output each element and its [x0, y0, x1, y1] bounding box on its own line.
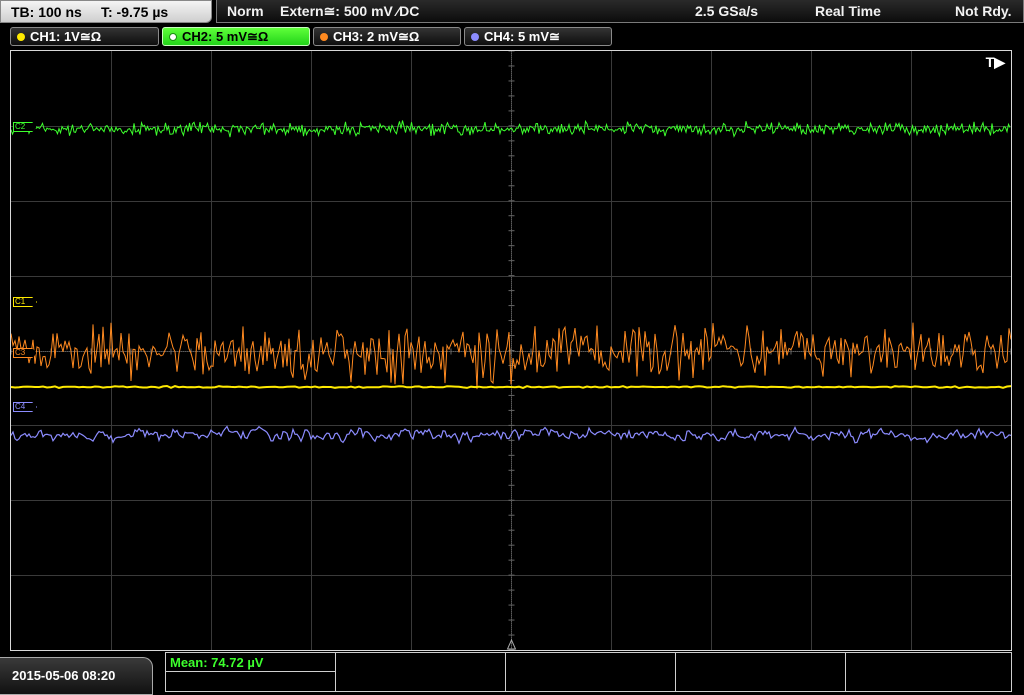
acquisition-mode: Real Time [815, 3, 881, 19]
trigger-position-icon[interactable]: T▶ [986, 54, 1005, 71]
measurement-cell[interactable] [166, 672, 336, 691]
timebase-box[interactable]: TB: 100 ns T: -9.75 µs [0, 0, 212, 23]
ch1-dot-icon [17, 33, 25, 41]
ch1-trace [11, 384, 1011, 390]
ch4-label: CH4: 5 mV≅ [484, 29, 560, 44]
waveform-display[interactable]: T▶ C2 C1 C3 C4 [10, 50, 1012, 651]
trigger-source: Extern≅: 500 mV ⁄DC [280, 3, 420, 19]
measurement-cell[interactable] [506, 653, 676, 691]
measurement-table[interactable]: Mean: 74.72 µV [165, 652, 1012, 692]
ch1-offset-marker[interactable]: C1 [13, 297, 37, 307]
tab-ch4[interactable]: CH4: 5 mV≅ [464, 27, 612, 46]
trigger-time-value: T: -9.75 µs [101, 4, 169, 20]
timebase-value: TB: 100 ns [11, 4, 82, 20]
status-bar: TB: 100 ns T: -9.75 µs Norm Extern≅: 500… [0, 0, 1024, 24]
acquisition-box[interactable]: Norm Extern≅: 500 mV ⁄DC 2.5 GSa/s Real … [216, 0, 1024, 23]
ch2-label: CH2: 5 mV≅Ω [182, 29, 269, 44]
run-state: Not Rdy. [955, 3, 1012, 19]
tab-ch2[interactable]: CH2: 5 mV≅Ω [162, 27, 310, 46]
ch2-dot-icon [169, 33, 177, 41]
tab-ch1[interactable]: CH1: 1V≅Ω [10, 27, 159, 46]
trigger-mode: Norm [227, 3, 264, 19]
ch3-label: CH3: 2 mV≅Ω [333, 29, 420, 44]
measurement-cell[interactable] [676, 653, 846, 691]
ch4-offset-marker[interactable]: C4 [13, 402, 37, 412]
waveforms [11, 119, 1011, 445]
ch4-dot-icon [471, 33, 479, 41]
date-time: 2015-05-06 08:20 [0, 657, 153, 695]
mean-measurement: Mean: 74.72 µV [170, 655, 264, 670]
measurement-cell[interactable]: Mean: 74.72 µV [166, 653, 336, 672]
ch3-offset-marker[interactable]: C3 [13, 348, 37, 358]
ch2-trace [11, 119, 1011, 138]
tab-ch3[interactable]: CH3: 2 mV≅Ω [313, 27, 461, 46]
measurement-cell[interactable] [336, 653, 506, 691]
ch1-label: CH1: 1V≅Ω [30, 29, 102, 44]
sample-rate: 2.5 GSa/s [695, 3, 759, 19]
ch4-trace [11, 425, 1011, 445]
ch3-dot-icon [320, 33, 328, 41]
ch3-trace [11, 322, 1011, 390]
ch2-offset-marker[interactable]: C2 [13, 122, 37, 132]
